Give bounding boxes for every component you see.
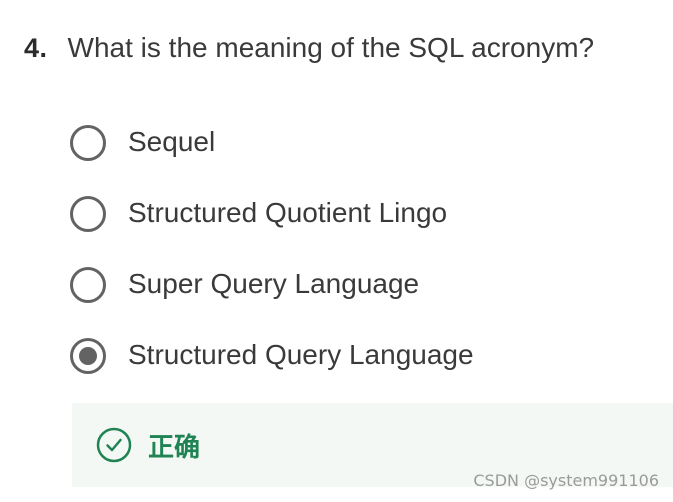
radio-button[interactable] [70,196,106,232]
question-number: 4. [24,33,48,63]
option-label: Structured Query Language [128,339,474,370]
option-label: Sequel [128,126,216,157]
watermark: CSDN @system991106 [473,471,659,490]
option-label: Structured Quotient Lingo [128,197,448,228]
option-structured-query-language[interactable]: Structured Query Language [70,335,474,406]
radio-button-selected[interactable] [70,338,106,374]
question-text: What is the meaning of the SQL acronym? [67,32,595,63]
option-structured-quotient-lingo[interactable]: Structured Quotient Lingo [70,193,474,264]
answer-options: Sequel Structured Quotient Lingo Super Q… [70,122,474,406]
option-super-query-language[interactable]: Super Query Language [70,264,474,335]
radio-button[interactable] [70,125,106,161]
radio-button[interactable] [70,267,106,303]
option-sequel[interactable]: Sequel [70,122,474,193]
option-label: Super Query Language [128,268,420,299]
question-heading: 4. What is the meaning of the SQL acrony… [24,32,594,64]
check-circle-icon [96,427,132,463]
feedback-label: 正确 [148,432,201,463]
